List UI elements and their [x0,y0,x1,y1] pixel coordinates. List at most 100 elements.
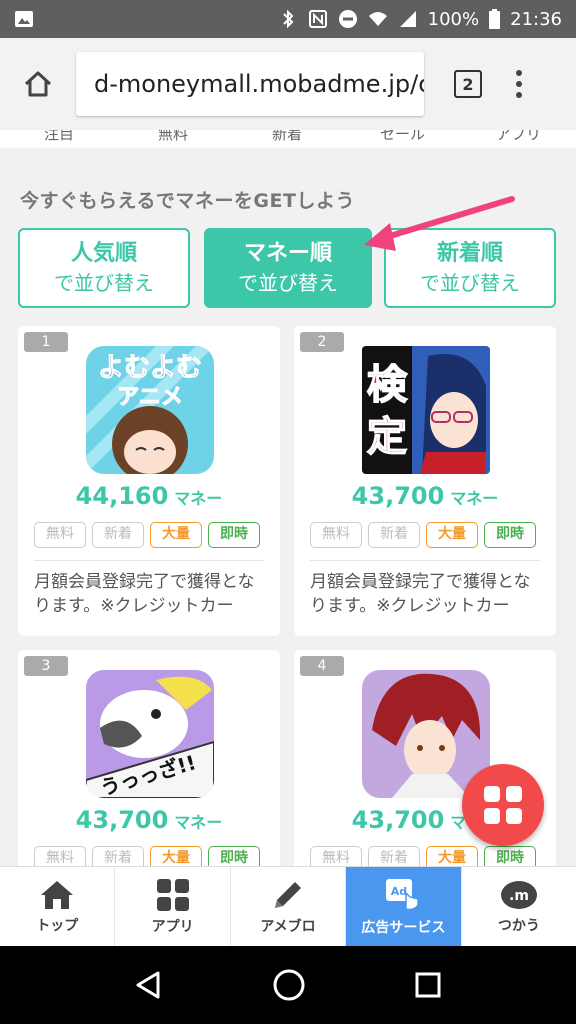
recents-icon[interactable] [414,971,442,999]
rank-badge: 2 [300,332,344,352]
icon-text: よむよむ [98,353,202,383]
category-tabs: 注目 無料 新着 セール アプリ [0,130,576,148]
tag-free: 無料 [310,522,362,548]
battery-icon [489,9,501,29]
nfc-icon [308,10,327,28]
browser-toolbar: d-moneymall.mobadme.jp/c 2 [0,38,576,130]
signal-icon [399,11,416,27]
kentei-icon: 検 定 [362,346,490,474]
grid-cell-icon [484,786,500,802]
card-description: 月額会員登録完了で獲得となります。※クレジットカード… [310,572,531,616]
app-card[interactable]: 1 よむよむ アニメ 44,160 マネー 無料 新着 大量 即時 月額会員登録完… [18,326,280,636]
menu-dot-icon [516,92,522,98]
icon-text: アニメ [117,385,183,410]
reward-unit: マネー [174,489,223,508]
nav-label: アプリ [151,918,194,935]
grid-cell-icon [484,808,500,824]
sort-sub: で並び替え [54,271,154,295]
reward-amount: 44,160 [75,482,169,510]
tag-instant: 即時 [208,522,260,548]
pencil-icon [275,881,302,908]
divider [34,560,264,561]
reward-unit: マネー [450,489,499,508]
overflow-menu-button[interactable] [516,70,522,98]
sort-sub: で並び替え [238,271,338,295]
bluetooth-icon [282,9,294,29]
annotation-arrow-icon [364,196,515,251]
rank-badge: 3 [24,656,68,676]
wifi-icon [368,12,387,26]
do-not-disturb-icon [338,10,357,28]
tag-big: 大量 [150,846,202,866]
home-circle-icon[interactable] [272,968,306,1002]
sort-title: マネー順 [243,241,332,266]
nav-ameblo[interactable]: アメブロ [231,867,347,946]
nav-apps[interactable]: アプリ [115,867,231,946]
card-description: 月額会員登録完了で獲得となります。※クレジットカード… [34,572,255,616]
reward-amount: 43,700 [351,806,445,834]
tag-big: 大量 [426,522,478,548]
tag-big: 大量 [150,522,202,548]
tag-free: 無料 [34,522,86,548]
nav-top[interactable]: トップ [0,867,116,946]
yomuyomu-anime-icon: よむよむ アニメ [86,346,214,474]
tab-sale[interactable]: セール [380,130,425,144]
icon-text: 検 [367,362,408,408]
tab-free[interactable]: 無料 [158,130,188,144]
reward: 43,700 マネー [18,806,280,834]
back-icon[interactable] [134,970,164,1000]
house-icon [41,880,74,909]
rank-badge: 4 [300,656,344,676]
menu-dot-icon [516,70,522,76]
tag-list: 無料 新着 大量 即時 [34,846,260,866]
clock: 21:36 [510,8,562,30]
tab-featured[interactable]: 注目 [44,130,74,144]
home-icon [24,71,52,97]
image-notification-icon [15,11,33,27]
sort-money-button[interactable]: マネー順 で並び替え [204,228,372,308]
tag-instant: 即時 [208,846,260,866]
tag-instant: 即時 [484,846,536,866]
reward-amount: 43,700 [75,806,169,834]
tag-new: 新着 [368,522,420,548]
reward-amount: 43,700 [351,482,445,510]
app-icon: よむよむ アニメ [86,346,214,474]
nav-ad-service[interactable]: Ad 広告サービス [346,867,462,946]
battery-percent: 100% [427,8,480,30]
tag-new: 新着 [368,846,420,866]
grid-cell-icon [506,786,522,802]
system-nav-bar [0,946,576,1024]
tag-list: 無料 新着 大量 即時 [34,522,260,548]
tag-new: 新着 [92,846,144,866]
tab-switcher-button[interactable]: 2 [454,70,482,98]
tab-apps[interactable]: アプリ [496,130,541,144]
tag-instant: 即時 [484,522,536,548]
reward-unit: マネー [174,813,223,832]
nav-label: トップ [36,917,79,934]
nav-use[interactable]: .m つかう [462,867,576,946]
icon-text: 定 [367,414,407,460]
app-card[interactable]: 2 検 定 43,700 マネー 無料 新着 大量 即時 月額会員登録完了で獲得… [294,326,556,636]
menu-fab-button[interactable] [462,764,544,846]
url-bar[interactable]: d-moneymall.mobadme.jp/c [76,52,424,116]
lead-text: 今すぐもらえるでマネーをGETしよう [20,190,355,212]
nav-label: 広告サービス [361,919,446,936]
tag-list: 無料 新着 大量 即時 [310,846,536,866]
grid-cell-icon [506,808,522,824]
sort-title: 人気順 [70,241,137,266]
app-icon: 検 定 [362,346,490,474]
tab-new[interactable]: 新着 [272,130,302,144]
reward: 44,160 マネー [18,482,280,510]
tag-list: 無料 新着 大量 即時 [310,522,536,548]
menu-dot-icon [516,81,522,87]
tag-free: 無料 [34,846,86,866]
sort-sub: で並び替え [420,271,520,295]
home-button[interactable] [0,69,76,99]
sort-popular-button[interactable]: 人気順 で並び替え [18,228,190,308]
tag-big: 大量 [426,846,478,866]
svg-text:.m: .m [509,888,529,904]
tag-free: 無料 [310,846,362,866]
m-coin-icon: .m [500,880,537,909]
reward: 43,700 マネー [294,482,556,510]
app-card[interactable]: 3 うっっざ!! 43,700 マネー 無料 新着 大量 即時 [18,650,280,866]
